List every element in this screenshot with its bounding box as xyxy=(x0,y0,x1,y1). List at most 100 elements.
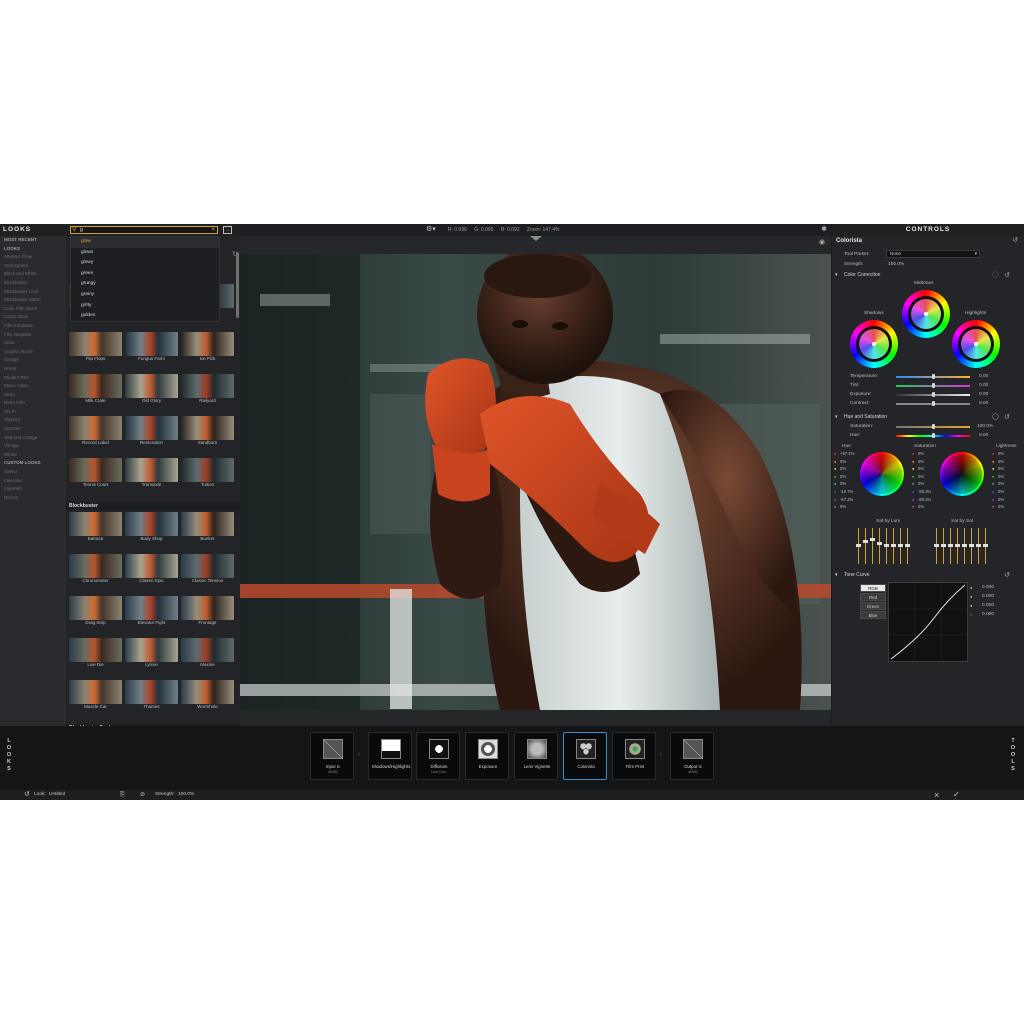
looks-category-item[interactable]: Sci-Fi xyxy=(0,408,66,417)
looks-category-item[interactable]: Winter xyxy=(0,451,66,460)
looks-category-item[interactable]: Comic Book xyxy=(0,313,66,322)
mini-slider-knob[interactable] xyxy=(969,544,974,547)
tint-knob[interactable] xyxy=(932,383,935,388)
contrast-knob[interactable] xyxy=(932,401,935,406)
hue-value[interactable]: -10.7% xyxy=(840,489,853,494)
cancel-icon[interactable]: × xyxy=(934,790,939,800)
search-suggestion[interactable]: glow xyxy=(71,237,219,248)
tone-curve-channel-button[interactable]: RGB xyxy=(860,584,886,592)
tool-preset-select[interactable]: None ▾ xyxy=(886,250,980,258)
saturation-wheel[interactable] xyxy=(940,452,984,496)
hue-wheel[interactable] xyxy=(860,452,904,496)
hue-value[interactable]: 0% xyxy=(840,481,846,486)
mini-slider-knob[interactable] xyxy=(877,542,882,545)
mini-slider-track[interactable] xyxy=(872,528,873,564)
mini-slider-knob[interactable] xyxy=(934,544,939,547)
midtones-color-wheel[interactable] xyxy=(902,290,950,338)
look-thumbnail[interactable]: Ice Pick xyxy=(181,332,234,361)
contrast-value[interactable]: 0.00 xyxy=(979,401,988,406)
expand-hs-icon[interactable]: ▾ xyxy=(835,414,838,420)
exposure-value[interactable]: 0.00 xyxy=(979,392,988,397)
search-suggestion[interactable]: glowy xyxy=(71,258,219,269)
custom-looks-item[interactable]: Recent xyxy=(0,494,66,503)
lightness-value[interactable]: 0% xyxy=(998,451,1004,456)
tool-card-lens-vignette[interactable]: Lens Vignette xyxy=(514,732,558,780)
tone-point-value[interactable]: 0.000 xyxy=(982,585,994,590)
hue-value[interactable]: 0% xyxy=(840,474,846,479)
look-thumbnail[interactable]: Transaxle xyxy=(125,458,178,487)
look-thumbnail[interactable]: Maxine xyxy=(181,638,234,667)
looks-category-item[interactable]: MOST RECENT xyxy=(0,236,66,245)
lightness-value[interactable]: 0% xyxy=(998,497,1004,502)
looks-category-item[interactable]: Black and White xyxy=(0,270,66,279)
tool-card-film-print[interactable]: Film Print xyxy=(612,732,656,780)
looks-category-item[interactable]: Film Negative xyxy=(0,331,66,340)
search-suggestion[interactable]: gritty xyxy=(71,301,219,312)
saturation-value[interactable]: 0% xyxy=(918,466,924,471)
tools-side-tab[interactable]: TOOLS xyxy=(1008,738,1020,773)
looks-category-item[interactable]: Retro Film xyxy=(0,399,66,408)
mini-slider-knob[interactable] xyxy=(941,544,946,547)
disable-icon[interactable]: ⊘ xyxy=(140,790,145,800)
expand-tc-icon[interactable]: ▾ xyxy=(835,572,838,578)
mini-slider-knob[interactable] xyxy=(905,544,910,547)
tool-card-output-ic[interactable]: Output Ic sRGB xyxy=(670,732,714,780)
custom-looks-item[interactable]: Favorites xyxy=(0,477,66,486)
look-thumbnail[interactable]: Lynxie xyxy=(125,638,178,667)
search-suggestion[interactable]: glows xyxy=(71,248,219,259)
mini-slider-knob[interactable] xyxy=(983,544,988,547)
tint-value[interactable]: 0.00 xyxy=(979,383,988,388)
look-thumbnail[interactable]: Elevator Fight xyxy=(125,596,178,625)
saturation-value[interactable]: 0% xyxy=(918,504,924,509)
mini-slider-knob[interactable] xyxy=(891,544,896,547)
looks-category-item[interactable]: Blockbuster Warm xyxy=(0,296,66,305)
camera-icon[interactable]: ◉ xyxy=(819,238,825,246)
power-icon[interactable]: ◯ xyxy=(992,271,999,278)
tone-curve-channel-button[interactable]: Blue xyxy=(860,611,886,619)
hue-value[interactable]: 0% xyxy=(840,504,846,509)
looks-category-item[interactable]: Abstract Glow xyxy=(0,253,66,262)
tone-curve-graph[interactable] xyxy=(888,582,968,662)
look-thumbnail[interactable]: Drag Strip xyxy=(69,596,122,625)
saturation-value[interactable]: 0% xyxy=(918,474,924,479)
power-hs-icon[interactable]: ◯ xyxy=(992,413,999,420)
search-suggestion[interactable]: grungy xyxy=(71,279,219,290)
tool-card-input-ic[interactable]: Input Ic sRGB xyxy=(310,732,354,780)
mini-slider-knob[interactable] xyxy=(948,544,953,547)
tool-card-colorista[interactable]: Colorista xyxy=(563,732,607,780)
temperature-knob[interactable] xyxy=(932,374,935,379)
strength-value[interactable]: 100.0% xyxy=(888,262,904,267)
undo-icon[interactable]: ↺ xyxy=(24,790,30,800)
hue-value[interactable]: 0% xyxy=(840,459,846,464)
gear-icon[interactable]: ⚙▾ xyxy=(426,224,436,236)
lightness-value[interactable]: 0% xyxy=(998,481,1004,486)
reset-hs-icon[interactable]: ↺ xyxy=(1004,413,1010,421)
mini-slider-track[interactable] xyxy=(879,528,880,564)
look-thumbnail[interactable]: Milk Crate xyxy=(69,374,122,403)
looks-category-item[interactable]: Color Film Stock xyxy=(0,305,66,314)
saturation-value[interactable]: 0% xyxy=(918,451,924,456)
look-thumbnail[interactable]: Fungus Farm xyxy=(125,332,178,361)
save-look-icon[interactable]: ⎘ xyxy=(120,790,125,800)
look-thumbnail[interactable]: Tennis Court xyxy=(69,458,122,487)
looks-category-item[interactable]: Atmosphere xyxy=(0,262,66,271)
looks-category-item[interactable]: Blockbuster xyxy=(0,279,66,288)
look-thumbnail[interactable]: Old Glory xyxy=(125,374,178,403)
hs-hue-value[interactable]: 0.00 xyxy=(979,433,988,438)
highlights-color-wheel[interactable] xyxy=(952,320,1000,368)
custom-looks-item[interactable]: Imported xyxy=(0,485,66,494)
tool-card-shadows-highlights[interactable]: Shadows/Highlights xyxy=(368,732,412,780)
looks-category-item[interactable]: LOOKS xyxy=(0,245,66,254)
tone-point-value[interactable]: 0.000 xyxy=(982,594,994,599)
looks-category-item[interactable]: Film Emulation xyxy=(0,322,66,331)
looks-category-item[interactable]: Music Video xyxy=(0,382,66,391)
look-thumbnail[interactable]: Batrace xyxy=(69,512,122,541)
tool-card-exposure[interactable]: Exposure xyxy=(465,732,509,780)
mini-slider-knob[interactable] xyxy=(870,538,875,541)
apply-check-icon[interactable]: ✓ xyxy=(953,790,960,800)
mini-slider-knob[interactable] xyxy=(976,544,981,547)
hue-value[interactable]: +57.1% xyxy=(840,451,854,456)
lightness-value[interactable]: 0% xyxy=(998,504,1004,509)
look-thumbnail[interactable]: Frontage xyxy=(181,596,234,625)
status-strength-value[interactable]: 100.0% xyxy=(178,790,194,800)
